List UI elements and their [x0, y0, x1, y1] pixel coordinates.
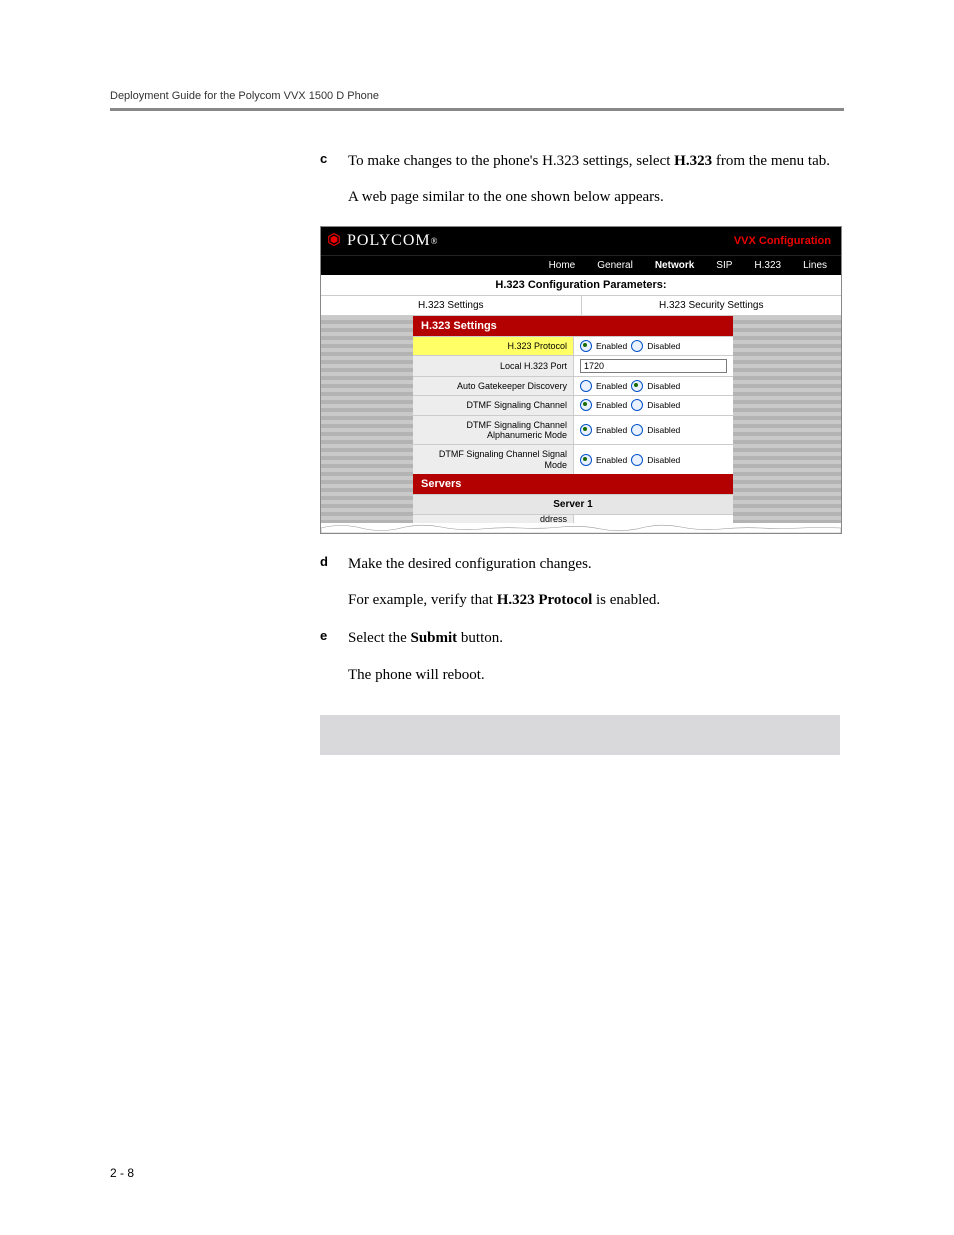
nav-general[interactable]: General — [597, 260, 633, 271]
step-d-follow: For example, verify that H.323 Protocol … — [348, 590, 844, 610]
radio-autogk-enabled[interactable] — [580, 380, 592, 392]
screenshot-nav: Home General Network SIP H.323 Lines — [321, 255, 841, 275]
radio-dtmfalpha-disabled[interactable] — [631, 424, 643, 436]
decorative-ribbing-left — [321, 316, 413, 523]
row-dtmf-channel: DTMF Signaling Channel Enabled Disabled — [413, 395, 733, 414]
step-letter-e: e — [320, 628, 348, 658]
polycom-logo-icon — [325, 232, 343, 250]
text-enabled: Enabled — [596, 400, 627, 410]
label-auto-gatekeeper: Auto Gatekeeper Discovery — [413, 377, 574, 395]
parameter-tabs: H.323 Settings H.323 Security Settings — [321, 296, 841, 316]
step-c-text-1a: To make changes to the phone's H.323 set… — [348, 153, 674, 169]
radio-dtmf-disabled[interactable] — [631, 399, 643, 411]
nav-sip[interactable]: SIP — [716, 260, 732, 271]
tab-h323-security[interactable]: H.323 Security Settings — [582, 296, 842, 315]
row-dtmf-alpha: DTMF Signaling Channel Alphanumeric Mode… — [413, 415, 733, 445]
text-disabled: Disabled — [647, 341, 680, 351]
radio-autogk-disabled[interactable] — [631, 380, 643, 392]
row-address-cutoff: ddress — [413, 514, 733, 523]
nav-lines[interactable]: Lines — [803, 260, 827, 271]
input-local-port[interactable] — [580, 359, 727, 373]
step-e-follow: The phone will reboot. — [348, 665, 844, 685]
radio-dtmf-enabled[interactable] — [580, 399, 592, 411]
label-dtmf-channel: DTMF Signaling Channel — [413, 396, 574, 414]
text-disabled: Disabled — [647, 381, 680, 391]
step-c-text-1c: from the menu tab. — [712, 153, 830, 169]
screenshot-header: POLYCOM ® VVX Configuration — [321, 227, 841, 255]
label-dtmf-signal: DTMF Signaling Channel Signal Mode — [413, 445, 574, 474]
step-e: e Select the Submit button. — [320, 628, 844, 658]
text-disabled: Disabled — [647, 425, 680, 435]
nav-network[interactable]: Network — [655, 260, 694, 271]
section-servers: Servers — [413, 474, 733, 494]
text-enabled: Enabled — [596, 381, 627, 391]
row-h323-protocol: H.323 Protocol Enabled Disabled — [413, 336, 733, 355]
row-auto-gatekeeper: Auto Gatekeeper Discovery Enabled Disabl… — [413, 376, 733, 395]
label-address-partial: ddress — [413, 515, 574, 523]
step-d: d Make the desired configuration changes… — [320, 554, 844, 584]
vvx-configuration-label: VVX Configuration — [734, 235, 835, 247]
radio-dtmfalpha-enabled[interactable] — [580, 424, 592, 436]
gray-box — [320, 715, 840, 755]
brand-text: POLYCOM — [347, 232, 431, 250]
row-dtmf-signal: DTMF Signaling Channel Signal Mode Enabl… — [413, 444, 733, 474]
text-enabled: Enabled — [596, 455, 627, 465]
row-local-port: Local H.323 Port — [413, 355, 733, 376]
step-letter-d: d — [320, 554, 348, 584]
brand: POLYCOM ® — [321, 232, 438, 250]
torn-edge — [321, 523, 841, 533]
tab-h323-settings[interactable]: H.323 Settings — [321, 296, 582, 315]
step-c-follow: A web page similar to the one shown belo… — [348, 187, 844, 207]
label-local-port: Local H.323 Port — [413, 356, 574, 376]
step-d-line1: Make the desired configuration changes. — [348, 554, 592, 574]
nav-h323[interactable]: H.323 — [754, 260, 781, 271]
text-enabled: Enabled — [596, 341, 627, 351]
decorative-ribbing-right — [733, 316, 841, 523]
embedded-screenshot: POLYCOM ® VVX Configuration Home General… — [320, 226, 842, 534]
section-h323-settings: H.323 Settings — [413, 316, 733, 336]
step-c: c To make changes to the phone's H.323 s… — [320, 151, 844, 181]
text-enabled: Enabled — [596, 425, 627, 435]
nav-home[interactable]: Home — [549, 260, 576, 271]
radio-protocol-disabled[interactable] — [631, 340, 643, 352]
server-1-heading: Server 1 — [413, 494, 733, 514]
text-disabled: Disabled — [647, 455, 680, 465]
config-parameters-heading: H.323 Configuration Parameters: — [321, 275, 841, 296]
radio-protocol-enabled[interactable] — [580, 340, 592, 352]
running-header: Deployment Guide for the Polycom VVX 150… — [110, 90, 844, 111]
step-c-bold: H.323 — [674, 153, 712, 169]
radio-dtmfsig-disabled[interactable] — [631, 454, 643, 466]
page-number: 2 - 8 — [110, 1166, 134, 1180]
label-dtmf-alpha: DTMF Signaling Channel Alphanumeric Mode — [413, 416, 574, 445]
radio-dtmfsig-enabled[interactable] — [580, 454, 592, 466]
text-disabled: Disabled — [647, 400, 680, 410]
label-h323-protocol: H.323 Protocol — [413, 337, 574, 355]
step-letter-c: c — [320, 151, 348, 181]
